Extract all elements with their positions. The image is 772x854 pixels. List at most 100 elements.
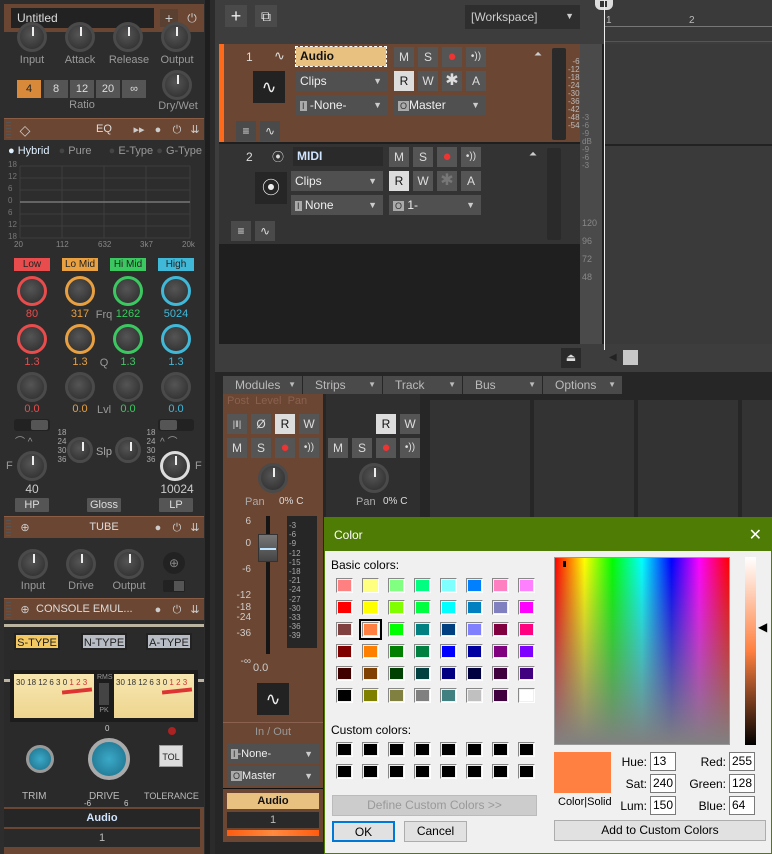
drive-knob[interactable]: [88, 738, 130, 780]
power-icon[interactable]: ⏻: [170, 521, 184, 535]
tube-header[interactable]: ⊕ TUBE ● ⏻ ⇊: [4, 516, 204, 538]
led-icon[interactable]: ●: [151, 123, 165, 137]
basic-color-swatch[interactable]: [362, 600, 379, 615]
lum-input[interactable]: 150: [650, 796, 676, 815]
basic-color-swatch[interactable]: [440, 666, 457, 681]
tube-output-knob[interactable]: [114, 549, 144, 579]
eq-header[interactable]: ◇ EQ ▸▸ ● ⏻ ⇊: [4, 118, 204, 140]
eq-freq-knob[interactable]: [65, 276, 95, 306]
basic-color-swatch[interactable]: [492, 666, 509, 681]
basic-color-swatch[interactable]: [440, 578, 457, 593]
collapse-icon[interactable]: ⇊: [188, 603, 202, 617]
track-name-input[interactable]: Audio: [295, 46, 387, 67]
archive-button[interactable]: A: [461, 171, 481, 191]
basic-color-swatch[interactable]: [518, 688, 535, 703]
custom-color-swatch[interactable]: [388, 764, 405, 779]
basic-color-swatch[interactable]: [359, 619, 382, 640]
define-custom-colors-button[interactable]: Define Custom Colors >>: [332, 795, 537, 816]
input-dropdown[interactable]: I -None- ▼: [296, 95, 388, 115]
custom-color-swatch[interactable]: [414, 742, 431, 757]
lp-type-toggle[interactable]: [158, 419, 194, 431]
eq-band-tag-lo-mid[interactable]: Lo Mid: [62, 258, 98, 271]
basic-color-swatch[interactable]: [440, 600, 457, 615]
eq-q-knob[interactable]: [161, 324, 191, 354]
fast-forward-icon[interactable]: ▸▸: [132, 123, 146, 137]
eq-freq-knob[interactable]: [17, 276, 47, 306]
basic-color-swatch[interactable]: [518, 666, 535, 681]
collapse-icon[interactable]: ⇊: [188, 123, 202, 137]
led-icon[interactable]: ●: [151, 521, 165, 535]
volume-fader-handle[interactable]: [258, 534, 278, 562]
eq-level-knob[interactable]: [161, 372, 191, 402]
basic-color-swatch[interactable]: [388, 666, 405, 681]
ratio-4-button[interactable]: 4: [17, 80, 41, 98]
basic-color-swatch[interactable]: [492, 578, 509, 593]
strip-input-dropdown[interactable]: I -None- ▼: [227, 744, 319, 764]
track-menu-button[interactable]: ≡: [231, 221, 251, 241]
strip-icon-waveform[interactable]: ∿: [257, 683, 289, 715]
track-icon-midi[interactable]: ⦿: [255, 172, 287, 204]
read-automation-button[interactable]: R: [389, 171, 409, 191]
custom-color-swatch[interactable]: [388, 742, 405, 757]
basic-color-swatch[interactable]: [362, 644, 379, 659]
ratio-12-button[interactable]: 12: [70, 80, 94, 98]
ratio-20-button[interactable]: 20: [96, 80, 120, 98]
eq-q-knob[interactable]: [65, 324, 95, 354]
write-automation-button[interactable]: W: [299, 414, 319, 434]
basic-color-swatch[interactable]: [336, 622, 353, 637]
lp-button[interactable]: LP: [159, 498, 193, 512]
dialog-titlebar[interactable]: Color ✕: [325, 518, 771, 551]
drag-grip-icon[interactable]: [6, 602, 11, 618]
custom-color-swatch[interactable]: [466, 764, 483, 779]
tube-drive-knob[interactable]: [66, 549, 96, 579]
rack-power-button[interactable]: ⏻: [184, 9, 200, 27]
track-name-input[interactable]: MIDI: [293, 147, 383, 166]
red-input[interactable]: 255: [729, 752, 755, 771]
led-icon[interactable]: ●: [151, 603, 165, 617]
write-automation-button[interactable]: W: [400, 414, 420, 434]
gloss-button[interactable]: Gloss: [87, 498, 121, 512]
custom-color-swatch[interactable]: [492, 742, 509, 757]
green-input[interactable]: 128: [729, 774, 755, 793]
pan-knob[interactable]: [359, 463, 389, 493]
add-track-button[interactable]: +: [225, 5, 247, 27]
rms-pk-switch[interactable]: RMS PK: [97, 674, 113, 718]
basic-color-swatch[interactable]: [492, 622, 509, 637]
cancel-button[interactable]: Cancel: [404, 821, 467, 842]
track-menu-button[interactable]: ≡: [236, 121, 256, 141]
input-echo-button[interactable]: •)): [400, 438, 420, 458]
drywet-knob[interactable]: [162, 70, 192, 100]
basic-color-swatch[interactable]: [466, 644, 483, 659]
collapse-icon[interactable]: ⇊: [188, 521, 202, 535]
ratio-inf-button[interactable]: ∞: [122, 80, 146, 98]
basic-color-swatch[interactable]: [518, 644, 535, 659]
radio-gtype[interactable]: ● G-Type: [156, 145, 202, 157]
input-echo-button[interactable]: •)): [461, 147, 481, 167]
track-1[interactable]: 1 ∿ Audio M S ● •)) ∿ Clips ▼ R W ✱ A I -…: [219, 44, 580, 142]
custom-color-swatch[interactable]: [518, 764, 535, 779]
ratio-8-button[interactable]: 8: [44, 80, 68, 98]
eq-graph[interactable]: 18 12 6 0 6 12 18 20 112 632 3k7 20k: [8, 160, 202, 250]
basic-color-swatch[interactable]: [336, 578, 353, 593]
strip-output-dropdown[interactable]: O Master ▼: [227, 766, 319, 786]
phase-invert-button[interactable]: Ø: [251, 414, 271, 434]
write-automation-button[interactable]: W: [413, 171, 433, 191]
custom-color-swatch[interactable]: [440, 742, 457, 757]
radio-pure[interactable]: ● Pure: [59, 145, 92, 157]
blue-input[interactable]: 64: [729, 796, 755, 815]
radio-etype[interactable]: ● E-Type: [109, 145, 154, 157]
solo-button[interactable]: S: [413, 147, 433, 167]
pan-knob[interactable]: [258, 463, 288, 493]
gain-button[interactable]: |‖|: [227, 414, 247, 434]
basic-color-swatch[interactable]: [414, 578, 431, 593]
basic-color-swatch[interactable]: [336, 600, 353, 615]
scroll-thumb[interactable]: [623, 350, 638, 365]
basic-color-swatch[interactable]: [414, 666, 431, 681]
basic-color-swatch[interactable]: [414, 688, 431, 703]
basic-color-swatch[interactable]: [388, 688, 405, 703]
a-type-button[interactable]: A-TYPE: [146, 633, 192, 650]
basic-color-swatch[interactable]: [362, 666, 379, 681]
hp-button[interactable]: HP: [15, 498, 49, 512]
menu-modules[interactable]: Modules ▼: [223, 376, 302, 394]
strip-name[interactable]: Audio: [227, 793, 319, 809]
